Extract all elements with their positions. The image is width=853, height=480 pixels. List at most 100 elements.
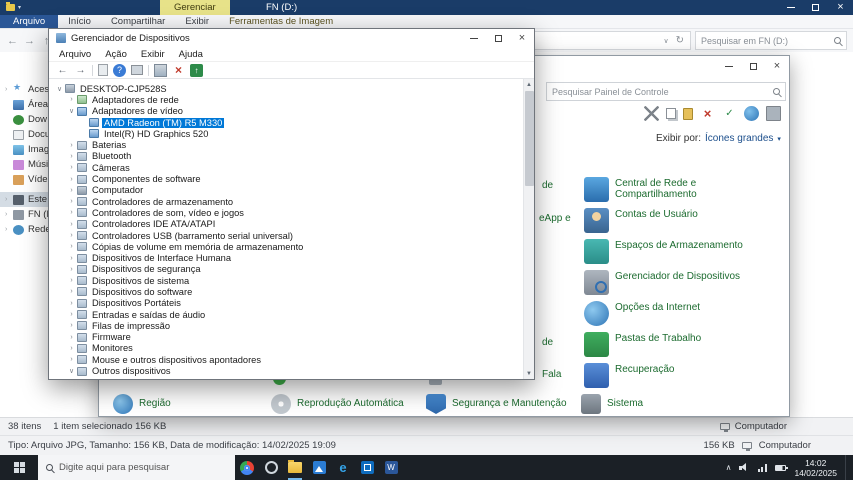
contextual-tab-header[interactable]: Gerenciar	[160, 0, 230, 15]
chrome-icon[interactable]	[235, 455, 259, 480]
chevron-down-icon[interactable]: ▾	[18, 4, 21, 11]
expander-icon[interactable]: ›	[67, 300, 76, 307]
device-dispositivos-de-seguranca[interactable]: › Dispositivos de segurança	[49, 264, 523, 275]
store-icon[interactable]	[355, 455, 379, 480]
expander-icon[interactable]: ∨	[67, 367, 76, 375]
explorer-search-input[interactable]	[701, 35, 830, 46]
expander-icon[interactable]: ›	[67, 334, 76, 341]
ribbon-tab-exibir[interactable]: Exibir	[175, 15, 219, 28]
expander-icon[interactable]: ›	[67, 176, 76, 183]
battery-icon[interactable]	[775, 464, 789, 471]
taskbar-search-input[interactable]	[59, 462, 227, 473]
device-amd-radeon-tm-r5-m330[interactable]: AMD Radeon (TM) R5 M330	[49, 117, 523, 128]
cortana-icon[interactable]	[259, 455, 283, 480]
edge-icon[interactable]	[331, 455, 355, 480]
expander-icon[interactable]: ›	[67, 153, 76, 160]
device-baterias[interactable]: › Baterias	[49, 139, 523, 150]
device-firmware[interactable]: › Firmware	[49, 332, 523, 343]
expander-icon[interactable]: ∨	[55, 85, 64, 93]
device-dispositivos-portateis[interactable]: › Dispositivos Portáteis	[49, 298, 523, 309]
device-desktop-cjp528s[interactable]: ∨ DESKTOP-CJP528S	[49, 83, 523, 94]
scan-hardware-icon[interactable]	[154, 63, 167, 77]
device-controladores-de-armazenamento[interactable]: › Controladores de armazenamento	[49, 196, 523, 207]
ribbon-tab-ferramentas-de-imagem[interactable]: Ferramentas de Imagem	[219, 15, 343, 28]
chevron-up-icon[interactable]: ∧	[726, 463, 732, 472]
expander-icon[interactable]: ›	[67, 356, 76, 363]
taskbar-clock[interactable]: 14:02 14/02/2025	[794, 458, 837, 478]
scrollbar-thumb[interactable]	[525, 91, 534, 186]
device-entradas-e-saidas-de-audio[interactable]: › Entradas e saídas de áudio	[49, 309, 523, 320]
expander-icon[interactable]: ›	[5, 86, 13, 93]
expander-icon[interactable]: ›	[67, 266, 76, 273]
device-copias-de-volume-em-memoria-de-armazenamento[interactable]: › Cópias de volume em memória de armazena…	[49, 241, 523, 252]
word-icon[interactable]	[379, 455, 403, 480]
start-button[interactable]	[0, 455, 38, 480]
device-outros-dispositivos[interactable]: ∨ Outros dispositivos	[49, 365, 523, 376]
expander-icon[interactable]: ›	[67, 96, 76, 103]
menu-arquivo[interactable]: Arquivo	[52, 49, 98, 60]
expander-icon[interactable]: ›	[67, 243, 76, 250]
device-mouse-e-outros-dispositivos-apontadores[interactable]: › Mouse e outros dispositivos apontadores	[49, 354, 523, 365]
chevron-down-icon[interactable]	[663, 35, 668, 46]
device-controladores-usb-barramento-serial-universal[interactable]: › Controladores USB (barramento serial un…	[49, 230, 523, 241]
scroll-up-arrow[interactable]: ▲	[524, 79, 534, 90]
export-list-icon[interactable]	[98, 64, 108, 76]
volume-icon[interactable]	[739, 463, 749, 472]
device-dispositivos-de-sistema[interactable]: › Dispositivos de sistema	[49, 275, 523, 286]
photos-icon[interactable]	[307, 455, 331, 480]
menu-ajuda[interactable]: Ajuda	[172, 49, 210, 60]
menu-exibir[interactable]: Exibir	[134, 49, 172, 60]
expander-icon[interactable]: ∨	[67, 107, 76, 115]
expander-icon[interactable]: ›	[67, 311, 76, 318]
refresh-icon[interactable]	[676, 35, 684, 46]
device-bluetooth[interactable]: › Bluetooth	[49, 151, 523, 162]
device-adaptadores-de-video[interactable]: ∨ Adaptadores de vídeo	[49, 106, 523, 117]
expander-icon[interactable]: ›	[67, 322, 76, 329]
network-icon[interactable]	[757, 463, 768, 472]
device-adaptadores-de-rede[interactable]: › Adaptadores de rede	[49, 94, 523, 105]
ribbon-tab-inicio[interactable]: Início	[58, 15, 101, 28]
expander-icon[interactable]: ›	[67, 288, 76, 295]
device-controladores-ide-ata-atapi[interactable]: › Controladores IDE ATA/ATAPI	[49, 219, 523, 230]
help-icon[interactable]	[113, 63, 126, 77]
scroll-down-arrow[interactable]: ▼	[524, 368, 534, 379]
expander-icon[interactable]: ›	[67, 277, 76, 284]
file-explorer-icon[interactable]	[283, 455, 307, 480]
maximize-button[interactable]	[486, 29, 510, 47]
device-controladores-de-som-video-e-jogos[interactable]: › Controladores de som, vídeo e jogos	[49, 207, 523, 218]
minimize-button[interactable]	[778, 0, 803, 15]
forward-icon[interactable]	[74, 64, 87, 77]
uninstall-device-icon[interactable]	[172, 64, 185, 77]
expander-icon[interactable]: ›	[67, 198, 76, 205]
device-cameras[interactable]: › Câmeras	[49, 162, 523, 173]
expander-icon[interactable]: ›	[67, 187, 76, 194]
minimize-button[interactable]	[462, 29, 486, 47]
device-dispositivos-do-software[interactable]: › Dispositivos do software	[49, 286, 523, 297]
back-button[interactable]	[6, 35, 19, 47]
ribbon-tab-compartilhar[interactable]: Compartilhar	[101, 15, 175, 28]
device-monitores[interactable]: › Monitores	[49, 343, 523, 354]
expander-icon[interactable]: ›	[67, 209, 76, 216]
expander-icon[interactable]: ›	[67, 164, 76, 171]
expander-icon[interactable]: ›	[5, 226, 13, 233]
show-desktop-button[interactable]	[845, 455, 849, 480]
update-driver-icon[interactable]	[190, 63, 203, 77]
ribbon-tab-arquivo[interactable]: Arquivo	[0, 15, 59, 28]
expander-icon[interactable]: ›	[5, 196, 13, 203]
expander-icon[interactable]: ›	[67, 232, 76, 239]
device-componentes-de-software[interactable]: › Componentes de software	[49, 173, 523, 184]
expander-icon[interactable]: ›	[67, 221, 76, 228]
expander-icon[interactable]: ›	[67, 255, 76, 262]
device-filas-de-impressao[interactable]: › Filas de impressão	[49, 320, 523, 331]
maximize-button[interactable]	[803, 0, 828, 15]
expander-icon[interactable]: ›	[5, 211, 13, 218]
device-computador[interactable]: › Computador	[49, 185, 523, 196]
back-icon[interactable]	[56, 64, 69, 77]
close-button[interactable]	[510, 29, 534, 47]
forward-button[interactable]	[23, 35, 36, 47]
properties-icon[interactable]	[131, 65, 143, 75]
expander-icon[interactable]: ›	[67, 345, 76, 352]
menu-acao[interactable]: Ação	[98, 49, 134, 60]
device-dispositivos-de-interface-humana[interactable]: › Dispositivos de Interface Humana	[49, 252, 523, 263]
scrollbar[interactable]: ▲ ▼	[523, 79, 534, 379]
